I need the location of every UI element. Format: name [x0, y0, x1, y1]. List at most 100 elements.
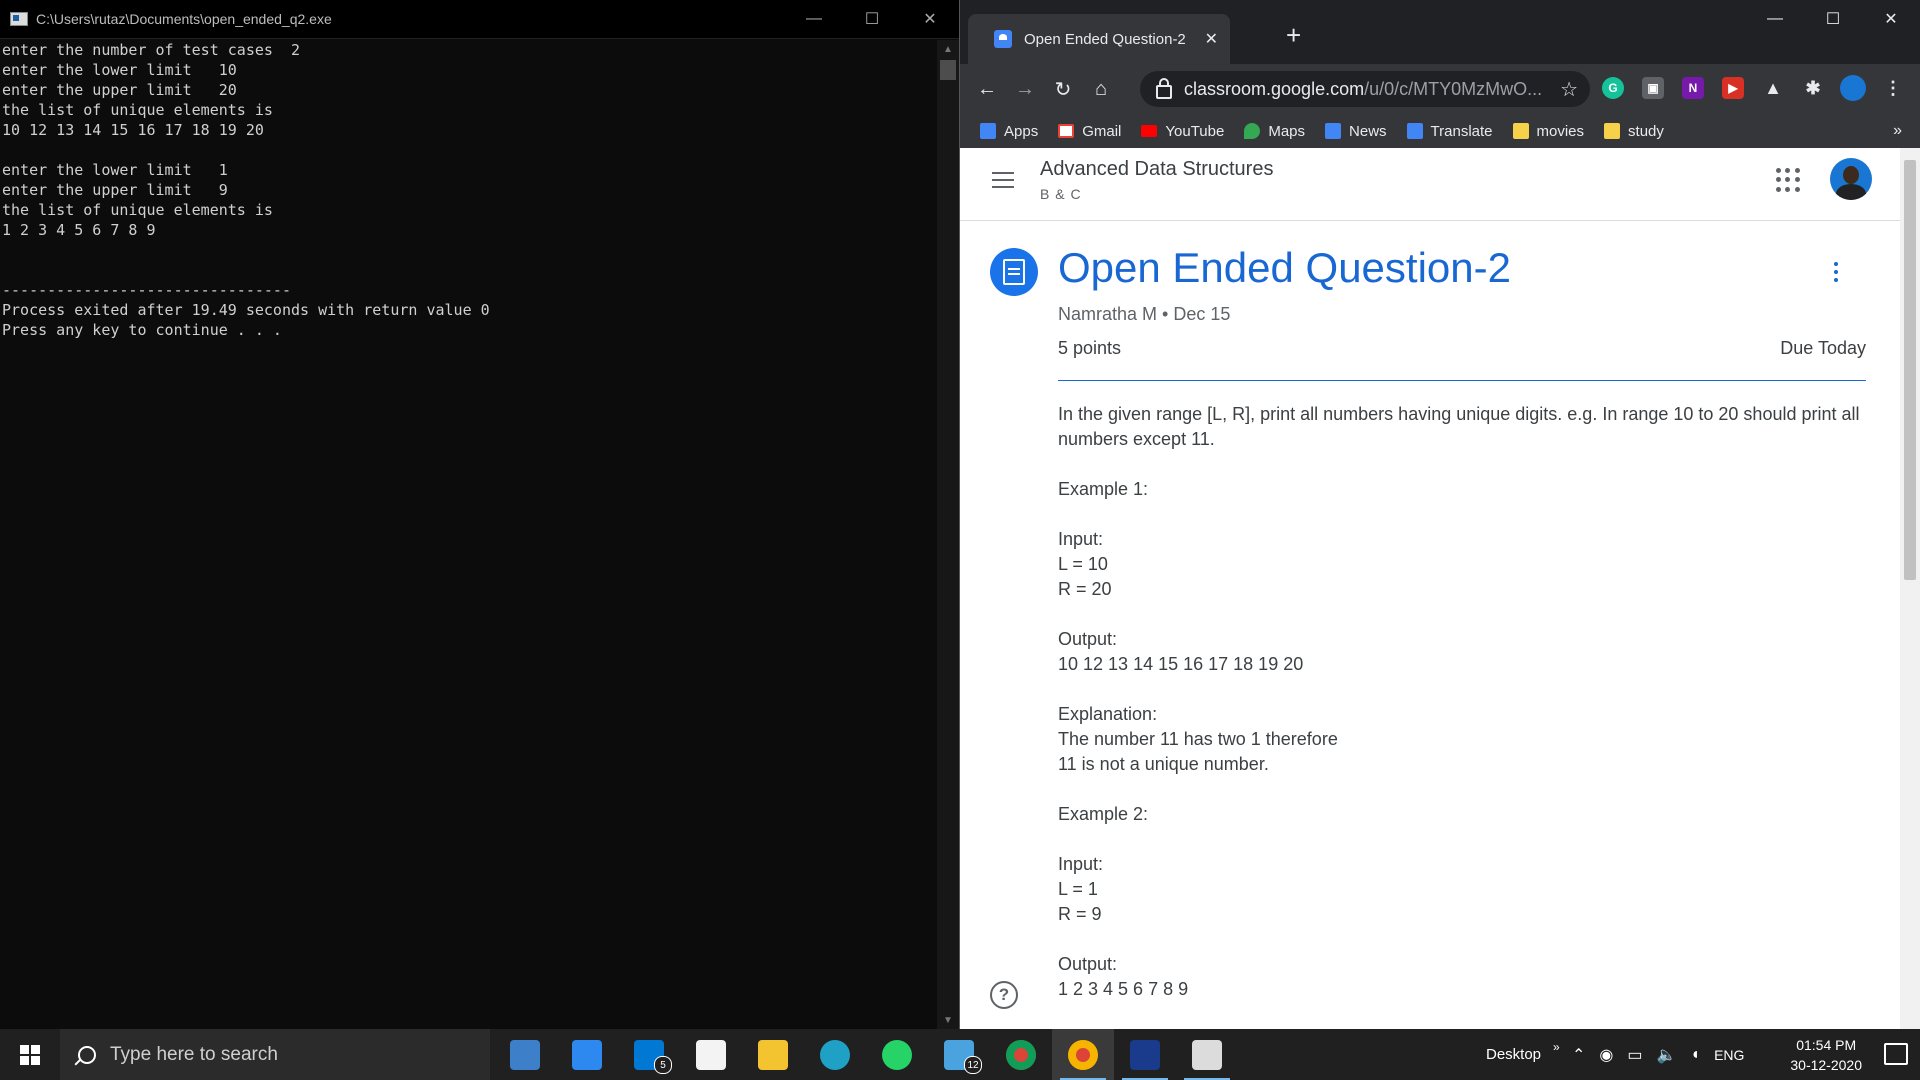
store-icon — [696, 1039, 726, 1070]
volume-icon[interactable]: 🔈 — [1657, 1045, 1677, 1065]
help-icon[interactable]: ? — [990, 981, 1018, 1009]
assignment-icon — [990, 248, 1038, 296]
minimize-button[interactable]: — — [785, 0, 843, 38]
taskbar-app-whatsapp[interactable] — [866, 1029, 928, 1080]
bookmark-apps[interactable]: Apps — [980, 123, 1038, 140]
calendar-icon — [572, 1039, 602, 1070]
google-apps-icon[interactable] — [1776, 168, 1800, 192]
extension-arc-icon[interactable]: ▲ — [1762, 77, 1784, 99]
notifications-icon[interactable] — [1884, 1043, 1908, 1065]
chrome-menu-icon[interactable]: ⋮ — [1882, 77, 1904, 99]
extension-window-icon[interactable]: ▣ — [1642, 77, 1664, 99]
post-date: Dec 15 — [1173, 304, 1231, 324]
console-app-icon — [1192, 1039, 1222, 1070]
class-title[interactable]: Advanced Data Structures — [1040, 158, 1273, 181]
tab-close-icon[interactable]: ✕ — [1205, 29, 1218, 49]
console-title: C:\Users\rutaz\Documents\open_ended_q2.e… — [36, 11, 332, 27]
wifi-icon[interactable]: ◖ — [1690, 1046, 1700, 1064]
translate-icon — [1406, 123, 1423, 139]
desc-paragraph: Input: L = 1 R = 9 — [1058, 854, 1104, 924]
back-icon[interactable]: ← — [970, 72, 1004, 106]
maximize-button[interactable]: ☐ — [1804, 0, 1862, 38]
system-tray: ⌃ ◉ ▭ 🔈 ◖ ENG — [1572, 1029, 1744, 1080]
close-button[interactable]: ✕ — [1862, 0, 1920, 38]
author-name: Namratha M — [1058, 304, 1158, 324]
forward-icon[interactable]: → — [1008, 72, 1042, 106]
bookmark-maps[interactable]: Maps — [1244, 123, 1305, 140]
scroll-up-icon[interactable]: ▲ — [937, 40, 959, 58]
taskbar-app-edge[interactable] — [804, 1029, 866, 1080]
folder-icon — [1604, 123, 1621, 139]
page-scroll-thumb[interactable] — [1904, 160, 1916, 580]
extensions-puzzle-icon[interactable]: ✱ — [1802, 77, 1824, 99]
console-scrollbar[interactable]: ▲ ▼ — [937, 40, 959, 1029]
account-avatar[interactable] — [1830, 158, 1872, 200]
reload-icon[interactable]: ↻ — [1046, 72, 1080, 106]
desc-paragraph: Explanation: The number 11 has two 1 the… — [1058, 704, 1338, 774]
desc-paragraph: Example 2: — [1058, 804, 1149, 824]
points-label: 5 points — [1058, 338, 1122, 358]
bookmark-movies[interactable]: movies — [1512, 123, 1584, 140]
new-tab-button[interactable]: + — [1286, 20, 1301, 51]
clock-time: 01:54 PM — [1796, 1037, 1857, 1053]
taskbar-app-mail[interactable]: 5 — [618, 1029, 680, 1080]
url-path: /u/0/c/MTY0MzMwO... — [1364, 78, 1543, 99]
assignment-title: Open Ended Question-2 — [1058, 244, 1511, 291]
start-button[interactable] — [0, 1029, 60, 1080]
news-icon — [1325, 123, 1342, 139]
classroom-favicon-icon — [994, 30, 1012, 48]
tab-title: Open Ended Question-2 — [1024, 30, 1186, 48]
bookmarks-overflow-icon[interactable]: » — [1893, 122, 1902, 140]
profile-avatar-icon[interactable] — [1840, 75, 1866, 101]
minimize-button[interactable]: — — [1746, 0, 1804, 38]
browser-window: Open Ended Question-2 ✕ + — ☐ ✕ ← → ↻ ⌂ … — [960, 0, 1920, 1029]
taskbar-app-calendar[interactable] — [556, 1029, 618, 1080]
onenote-icon[interactable]: N — [1682, 77, 1704, 99]
tray-overflow-icon[interactable]: ⌃ — [1572, 1045, 1585, 1065]
scroll-down-icon[interactable]: ▼ — [937, 1011, 959, 1029]
bookmark-news[interactable]: News — [1325, 123, 1387, 140]
bookmark-gmail[interactable]: Gmail — [1058, 123, 1121, 140]
extension-red-icon[interactable]: ▶ — [1722, 77, 1744, 99]
gmail-icon — [1058, 124, 1075, 138]
console-scroll-thumb[interactable] — [940, 60, 956, 80]
search-icon — [78, 1045, 96, 1064]
home-icon[interactable]: ⌂ — [1084, 72, 1118, 106]
taskbar-app-person[interactable] — [494, 1029, 556, 1080]
bookmark-translate[interactable]: Translate — [1406, 123, 1493, 140]
class-section: B & C — [1040, 186, 1082, 202]
page-scrollbar[interactable] — [1900, 148, 1920, 1029]
classroom-header: Advanced Data Structures B & C — [960, 148, 1900, 221]
bookmark-youtube[interactable]: YouTube — [1141, 123, 1224, 140]
divider — [1058, 380, 1866, 381]
taskbar-app-chrome-active[interactable] — [1052, 1029, 1114, 1080]
desktop-toolbar[interactable]: Desktop» — [1486, 1029, 1560, 1080]
lock-icon — [1156, 78, 1172, 99]
menu-icon[interactable] — [992, 172, 1014, 193]
bookmark-study[interactable]: study — [1604, 123, 1664, 140]
battery-icon[interactable]: ▭ — [1627, 1045, 1642, 1065]
taskbar-app-chrome[interactable] — [990, 1029, 1052, 1080]
toolbar-expand-icon[interactable]: » — [1553, 1040, 1560, 1054]
desc-paragraph: Output: 10 12 13 14 15 16 17 18 19 20 — [1058, 629, 1304, 674]
language-indicator[interactable]: ENG — [1714, 1047, 1744, 1063]
maximize-button[interactable]: ☐ — [843, 0, 901, 38]
clock[interactable]: 01:54 PM 30-12-2020 — [1790, 1035, 1862, 1075]
taskbar-search[interactable]: Type here to search — [60, 1029, 490, 1080]
desc-paragraph: Example 1: — [1058, 479, 1149, 499]
taskbar-app-explorer[interactable] — [742, 1029, 804, 1080]
address-bar[interactable]: classroom.google.com/u/0/c/MTY0MzMwO... … — [1140, 71, 1590, 107]
taskbar-app-console[interactable] — [1176, 1029, 1238, 1080]
grammarly-icon[interactable]: G — [1602, 77, 1624, 99]
whatsapp-icon — [882, 1039, 912, 1070]
taskbar-app-devcpp[interactable] — [1114, 1029, 1176, 1080]
close-button[interactable]: ✕ — [901, 0, 959, 38]
tab-classroom[interactable]: Open Ended Question-2 ✕ — [968, 14, 1230, 64]
more-options-icon[interactable] — [1834, 262, 1838, 286]
taskbar-app-store[interactable] — [680, 1029, 742, 1080]
bookmark-star-icon[interactable]: ☆ — [1560, 77, 1578, 102]
console-titlebar[interactable]: C:\Users\rutaz\Documents\open_ended_q2.e… — [0, 0, 959, 39]
desc-paragraph: In the given range [L, R], print all num… — [1058, 404, 1860, 449]
meet-now-icon[interactable]: ◉ — [1599, 1045, 1613, 1065]
taskbar-app-files[interactable]: 12 — [928, 1029, 990, 1080]
